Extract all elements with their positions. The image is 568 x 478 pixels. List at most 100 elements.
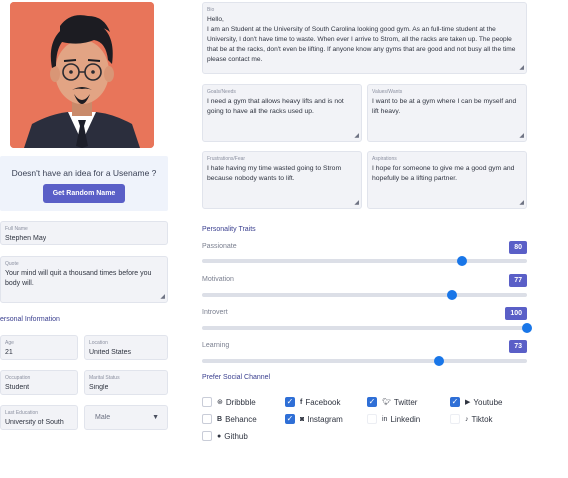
trait-value-introvert: 100 (505, 307, 527, 320)
full-name-field[interactable]: Full Name Stephen May (0, 221, 168, 245)
quote-label: Quote (5, 261, 19, 267)
checkbox[interactable]: ✓ (367, 397, 377, 407)
channel-label: Linkedin (390, 414, 421, 424)
username-suggestion-panel: Doesn't have an idea for a Usename ? Get… (0, 156, 168, 211)
channel-label: Dribbble (225, 397, 256, 407)
personality-traits-title: Personality Traits (202, 226, 256, 233)
full-name-label: Full Name (5, 226, 28, 232)
gender-select[interactable]: Male ▼ (84, 405, 168, 430)
slider-introvert[interactable] (202, 323, 532, 333)
age-label: Age (5, 340, 14, 346)
channel-facebook[interactable]: ✓ f Facebook (285, 397, 340, 407)
frustrations-text: I hate having my time wasted going to St… (207, 165, 342, 182)
full-name-value: Stephen May (5, 235, 47, 242)
goals-text: I need a gym that allows heavy lifts and… (207, 98, 344, 115)
location-value: United States (89, 349, 132, 356)
slider-learning[interactable] (202, 356, 527, 366)
channel-label: Instagram (307, 414, 343, 424)
occupation-value: Student (5, 384, 30, 391)
checkbox[interactable] (202, 431, 212, 441)
channel-label: Behance (225, 414, 257, 424)
slider-thumb[interactable] (434, 356, 445, 366)
channel-label: Twitter (393, 397, 418, 407)
trait-label-learning: Learning (202, 342, 230, 349)
channel-behance[interactable]: B Behance (202, 414, 257, 424)
aspirations-label: Aspirations (372, 156, 397, 162)
values-text: I want to be at a gym where I can be mys… (372, 98, 517, 115)
slider-thumb[interactable] (447, 290, 458, 300)
values-field[interactable]: Values/Wants I want to be at a gym where… (367, 84, 527, 142)
channel-dribbble[interactable]: ⊛ Dribbble (202, 397, 256, 407)
goals-field[interactable]: Goals/Needs I need a gym that allows hea… (202, 84, 362, 142)
aspirations-text: I hope for someone to give me a good gym… (372, 165, 515, 182)
occupation-label: Occupation (5, 375, 31, 381)
trait-label-motivation: Motivation (202, 276, 234, 283)
channel-twitter[interactable]: ✓ 🐦︎ Twitter (367, 397, 417, 407)
checkbox[interactable] (202, 397, 212, 407)
resize-grip-icon[interactable]: ◢ (519, 133, 524, 139)
location-label: Location (89, 340, 108, 346)
checkbox[interactable] (450, 414, 460, 424)
checkbox[interactable]: ✓ (285, 414, 295, 424)
channel-label: Youtube (473, 397, 503, 407)
age-field[interactable]: Age 21 (0, 335, 78, 360)
checkbox[interactable]: ✓ (285, 397, 295, 407)
resize-grip-icon[interactable]: ◢ (354, 133, 359, 139)
goals-label: Goals/Needs (207, 89, 236, 95)
location-field[interactable]: Location United States (84, 335, 168, 360)
quote-field[interactable]: Quote Your mind will quit a thousand tim… (0, 256, 168, 303)
social-channel-title: Prefer Social Channel (202, 374, 271, 381)
channel-instagram[interactable]: ✓ ◙ Instagram (285, 414, 343, 424)
values-label: Values/Wants (372, 89, 403, 95)
channel-label: Facebook (305, 397, 341, 407)
frustrations-label: Frustrations/Fear (207, 156, 246, 162)
resize-grip-icon[interactable]: ◢ (354, 200, 359, 206)
trait-value-motivation: 77 (509, 274, 527, 287)
slider-thumb[interactable] (522, 323, 532, 333)
education-value: University of South (5, 419, 64, 426)
education-label: Last Education (5, 410, 39, 416)
twitter-icon: 🐦︎ (382, 399, 391, 406)
slider-motivation[interactable] (202, 290, 527, 300)
quote-value: Your mind will quit a thousand times bef… (5, 270, 152, 287)
resize-grip-icon[interactable]: ◢ (519, 200, 524, 206)
occupation-field[interactable]: Occupation Student (0, 370, 78, 395)
trait-value-learning: 73 (509, 340, 527, 353)
education-field[interactable]: Last Education University of South (0, 405, 78, 430)
resize-grip-icon[interactable]: ◢ (519, 65, 524, 71)
youtube-icon: ▶ (465, 399, 471, 406)
bio-text: Hello, I am an Student at the University… (207, 16, 516, 63)
channel-youtube[interactable]: ✓ ▶ Youtube (450, 397, 502, 407)
frustrations-field[interactable]: Frustrations/Fear I hate having my time … (202, 151, 362, 209)
personal-information-title: ersonal Information (0, 316, 60, 323)
gender-value: Male (95, 414, 111, 421)
checkbox[interactable] (202, 414, 212, 424)
tiktok-icon: ♪ (465, 415, 469, 423)
trait-label-passionate: Passionate (202, 243, 237, 250)
trait-label-introvert: Introvert (202, 309, 228, 316)
channel-linkedin[interactable]: in Linkedin (367, 414, 420, 424)
behance-icon: B (217, 415, 223, 423)
avatar-illustration (10, 2, 154, 148)
age-value: 21 (5, 349, 13, 356)
chevron-down-icon: ▼ (152, 414, 159, 421)
channel-label: Tiktok (471, 414, 493, 424)
bio-label: Bio (207, 7, 215, 13)
resize-grip-icon[interactable]: ◢ (160, 294, 165, 300)
channel-tiktok[interactable]: ♪ Tiktok (450, 414, 493, 424)
channel-github[interactable]: ● Github (202, 431, 248, 441)
slider-passionate[interactable] (202, 256, 527, 266)
get-random-name-button[interactable]: Get Random Name (42, 184, 126, 203)
instagram-icon: ◙ (300, 415, 305, 423)
github-icon: ● (217, 432, 222, 440)
bio-field[interactable]: Bio Hello, I am an Student at the Univer… (202, 2, 527, 74)
marital-status-label: Marital Status (89, 375, 120, 381)
checkbox[interactable]: ✓ (450, 397, 460, 407)
marital-status-value: Single (89, 384, 109, 391)
checkbox[interactable] (367, 414, 377, 424)
slider-thumb[interactable] (457, 256, 467, 266)
trait-value-passionate: 80 (509, 241, 527, 254)
dribbble-icon: ⊛ (217, 399, 223, 406)
aspirations-field[interactable]: Aspirations I hope for someone to give m… (367, 151, 527, 209)
marital-status-field[interactable]: Marital Status Single (84, 370, 168, 395)
